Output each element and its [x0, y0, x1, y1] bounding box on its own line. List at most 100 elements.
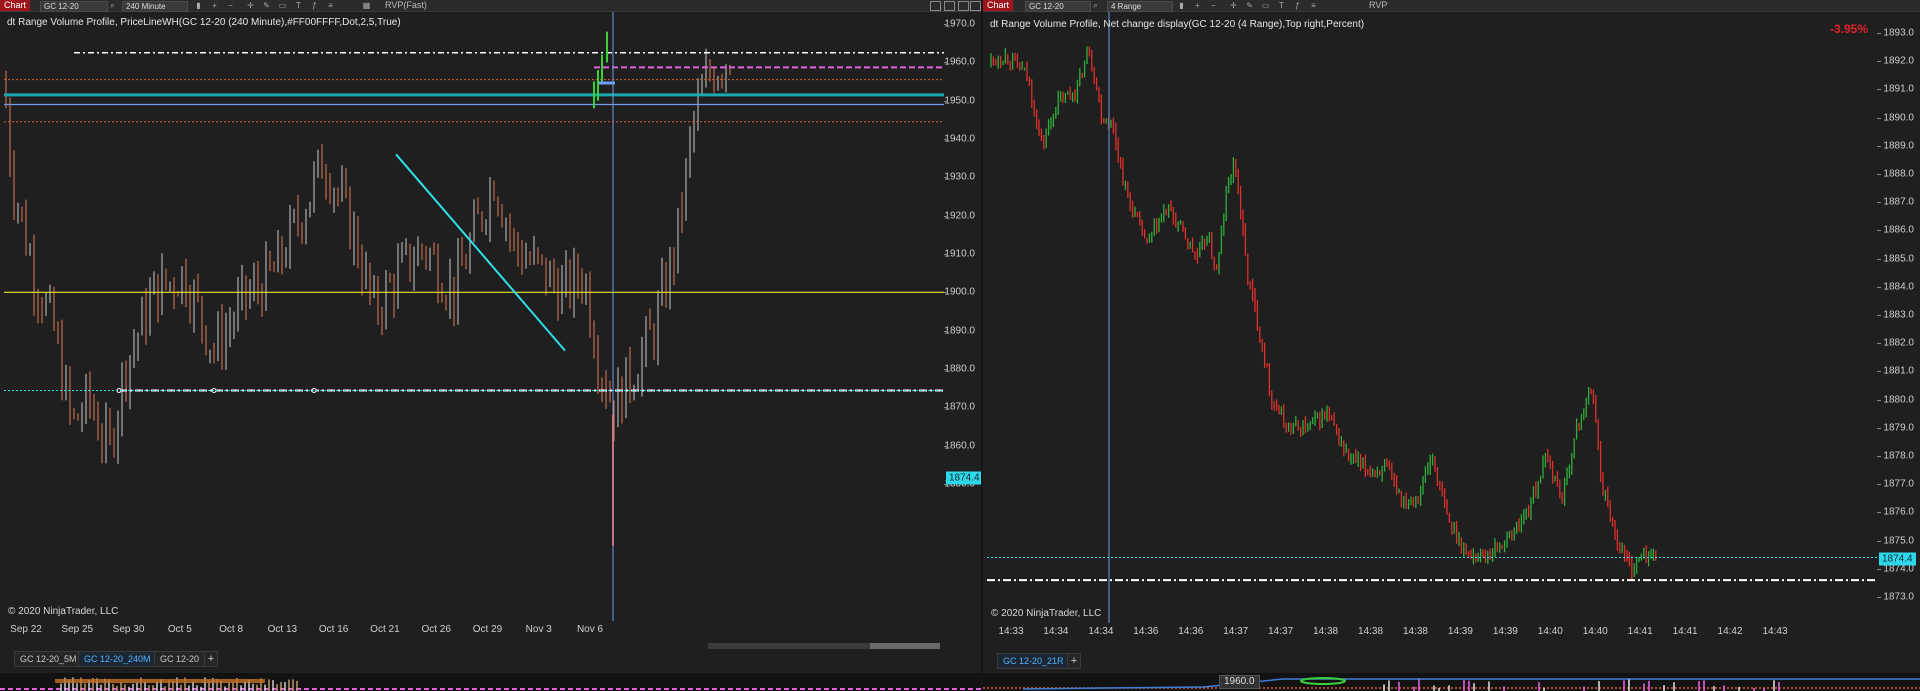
right-chart-menu-button[interactable]: Chart [983, 0, 1014, 11]
left-price-axis[interactable]: 1970.0 1960.0 1950.0 1940.0 1930.0 1920.0 1910… [944, 12, 981, 621]
right-y-tick-mark [1877, 202, 1881, 204]
left-bottom-volume-bar [288, 679, 290, 691]
left-toolbar: Chart GC 12-20 ⌕ 240 Minute ▮ + − ✛ ✎ ▭ … [0, 0, 981, 12]
right-drawing-tools-icon[interactable]: ✎ [1245, 1, 1254, 10]
left-bottom-volume-bar [164, 686, 166, 691]
right-bottom-volume-bar [1698, 681, 1700, 691]
right-indicators-icon[interactable]: ƒ [1293, 1, 1302, 10]
right-time-axis[interactable]: 14:33 14:34 14:34 14:36 14:36 14:37 14:37 14:38… [987, 623, 1877, 643]
left-indicators-icon[interactable]: ƒ [310, 1, 319, 10]
tab-gc-240m[interactable]: GC 12-20_240M [78, 651, 157, 667]
tab-gc[interactable]: GC 12-20 [154, 651, 206, 667]
right-interval-selector[interactable]: 4 Range [1107, 1, 1173, 12]
right-y-tick-label: 1876.0 [1883, 506, 1914, 518]
left-scrollbar-thumb[interactable] [870, 643, 940, 649]
right-bottom-volume-bar [1503, 686, 1505, 691]
left-time-label: Oct 5 [167, 624, 192, 635]
left-y-tick-mark [944, 215, 948, 217]
left-minimize-button[interactable] [930, 1, 941, 11]
tab-gc-5m[interactable]: GC 12-20_5M [14, 651, 83, 667]
left-properties-icon[interactable]: ▦ [362, 1, 371, 10]
right-time-label: 14:39 [1492, 626, 1518, 637]
right-bottom-volume-bar [1598, 681, 1600, 691]
left-last-price-tag: 1874.4 [946, 471, 981, 485]
left-zoom-out-icon[interactable]: − [226, 1, 235, 10]
left-indicator-button[interactable]: RVP(Fast) [385, 0, 427, 11]
left-y-tick-mark [944, 292, 948, 294]
right-last-price-tag: 1874.4 [1879, 552, 1916, 566]
left-bottom-volume-bar [84, 683, 86, 691]
right-y-tick-mark [1877, 540, 1881, 542]
left-chart-menu-button[interactable]: Chart [0, 0, 31, 11]
left-bottom-volume-bar [76, 683, 78, 691]
left-chart-panel[interactable]: dt Range Volume Profile, PriceLineWH(GC … [4, 12, 944, 621]
right-zoom-in-icon[interactable]: + [1193, 1, 1202, 10]
right-search-icon[interactable]: ⌕ [1091, 1, 1100, 10]
tab-gc-21r[interactable]: GC 12-20_21R [997, 653, 1070, 669]
right-bottom-strip: 1960.0 [983, 673, 1920, 691]
left-restore-button[interactable] [958, 1, 969, 11]
left-price-marker-bar [612, 415, 614, 546]
left-bottom-volume-bar [124, 684, 126, 691]
left-bottom-volume-bar [136, 682, 138, 691]
right-bottom-volume-bar [1623, 680, 1625, 691]
right-y-tick-mark [1877, 258, 1881, 260]
right-instrument-selector[interactable]: GC 12-20 [1025, 1, 1091, 12]
left-maximize-button[interactable] [944, 1, 955, 11]
left-bottom-volume-bar [152, 685, 154, 691]
right-zoom-out-icon[interactable]: − [1209, 1, 1218, 10]
right-bar-style-icon[interactable]: ▮ [1177, 1, 1186, 10]
left-bottom-volume-bar [228, 682, 230, 691]
right-y-tick-mark [1877, 286, 1881, 288]
right-text-icon[interactable]: T [1277, 1, 1286, 10]
left-bottom-volume-bar [200, 686, 202, 691]
right-y-tick-mark [1877, 89, 1881, 91]
left-text-icon[interactable]: T [294, 1, 303, 10]
right-bottom-volume-bar [1673, 682, 1675, 691]
left-bottom-volume-bar [188, 685, 190, 691]
left-price-chart[interactable] [4, 12, 944, 621]
right-time-label: 14:42 [1717, 626, 1743, 637]
left-y-tick-label: 1920.0 [944, 210, 975, 222]
right-strategy-icon[interactable]: ≡ [1309, 1, 1318, 10]
right-bottom-volume-bar [1778, 682, 1780, 691]
left-add-tab-button[interactable]: + [204, 651, 218, 667]
left-hline-icon[interactable]: ▭ [278, 1, 287, 10]
left-bottom-volume-bar [240, 685, 242, 691]
left-y-tick-mark [944, 24, 948, 25]
right-add-tab-button[interactable]: + [1067, 653, 1081, 669]
left-drawing-tools-icon[interactable]: ✎ [262, 1, 271, 10]
left-time-label: Nov 6 [576, 624, 604, 635]
right-tab-bar: GC 12-20_21R + [997, 652, 1197, 669]
left-bottom-volume-bar [252, 683, 254, 691]
right-time-label: 14:43 [1762, 626, 1788, 637]
right-hline-icon[interactable]: ▭ [1261, 1, 1270, 10]
left-y-tick-label: 1970.0 [944, 18, 975, 30]
right-y-tick-mark [1877, 343, 1881, 345]
right-y-tick-label: 1885.0 [1883, 253, 1914, 265]
left-scrollbar[interactable] [708, 643, 940, 649]
right-time-label: 14:40 [1537, 626, 1563, 637]
right-time-label: 14:36 [1178, 626, 1204, 637]
right-y-tick-mark [1877, 512, 1881, 514]
right-y-tick-label: 1889.0 [1883, 140, 1914, 152]
right-bottom-green-marker [1300, 677, 1346, 685]
left-strategy-icon[interactable]: ≡ [326, 1, 335, 10]
right-price-axis[interactable]: 1893.0 1892.0 1891.0 1890.0 1889.0 1888.0 1887… [1877, 12, 1920, 623]
left-bottom-volume-bar [116, 685, 118, 691]
left-search-icon[interactable]: ⌕ [108, 1, 117, 10]
left-instrument-selector[interactable]: GC 12-20 [40, 1, 108, 12]
right-indicator-button[interactable]: RVP [1369, 0, 1387, 11]
right-crosshair-icon[interactable]: ✛ [1229, 1, 1238, 10]
left-bar-style-icon[interactable]: ▮ [194, 1, 203, 10]
left-time-axis[interactable]: Sep 22 Sep 25 Sep 30 Oct 5 Oct 8 Oct 13 Oct 16… [4, 621, 944, 641]
right-price-chart[interactable] [987, 12, 1877, 623]
left-crosshair-icon[interactable]: ✛ [246, 1, 255, 10]
left-bottom-volume-bar [292, 679, 294, 691]
left-close-button[interactable] [970, 1, 981, 11]
right-y-tick-label: 1880.0 [1883, 394, 1914, 406]
right-chart-title: dt Range Volume Profile, Net change disp… [990, 19, 1365, 30]
right-chart-panel[interactable]: dt Range Volume Profile, Net change disp… [987, 12, 1877, 623]
left-interval-selector[interactable]: 240 Minute [122, 1, 188, 12]
left-zoom-in-icon[interactable]: + [210, 1, 219, 10]
